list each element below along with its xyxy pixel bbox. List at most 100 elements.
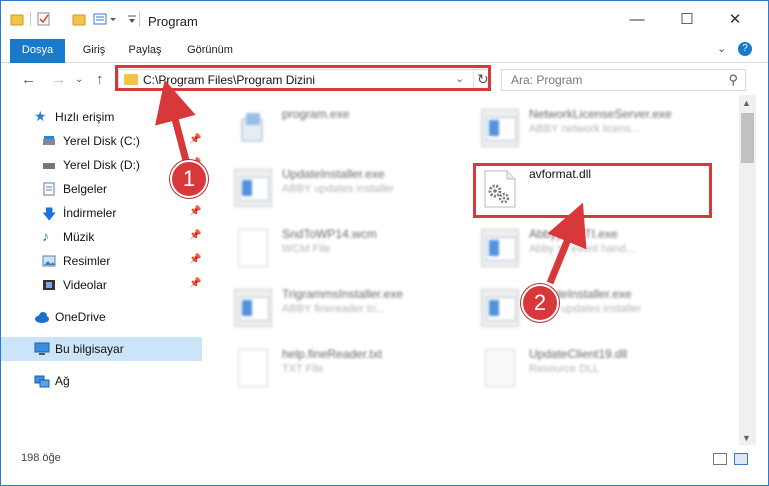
quick-access-dropdown-icon[interactable] — [125, 12, 139, 26]
file-name: SndToWP14.wcm — [282, 227, 377, 241]
file-desc: Resource DLL — [529, 363, 600, 375]
file-name: AbbyyEvSTI.exe — [529, 227, 618, 241]
ribbon-expand-icon[interactable]: ⌄ — [717, 42, 726, 55]
properties-icon[interactable] — [30, 12, 50, 26]
file-desc: ABBY network licens... — [529, 123, 641, 135]
tab-file[interactable]: Dosya — [10, 39, 65, 63]
file-highlight — [473, 163, 712, 218]
scroll-down-icon[interactable]: ▼ — [742, 433, 751, 443]
large-icons-view-icon[interactable] — [734, 453, 748, 465]
scroll-up-icon[interactable]: ▲ — [742, 98, 751, 108]
folder-icon — [10, 12, 24, 26]
file-desc: ABBY finereader tri... — [282, 303, 386, 315]
pin-icon[interactable]: 📌 — [189, 254, 201, 265]
file-desc: WCM File — [282, 243, 331, 255]
sidebar-item-downloads[interactable]: 🡇 İndirmeler 📌 — [1, 201, 202, 225]
sidebar-item-label: Yerel Disk (C:) — [63, 134, 140, 148]
sidebar-item-label: Yerel Disk (D:) — [63, 158, 140, 172]
file-item[interactable]: UpdateClient19.dll Resource DLL — [481, 345, 721, 395]
pictures-icon — [42, 254, 56, 268]
pin-icon[interactable]: 📌 — [189, 134, 201, 145]
title-separator — [139, 11, 140, 27]
search-placeholder: Ara: Program — [511, 73, 583, 87]
navigation-pane: ★ Hızlı erişim Yerel Disk (C:) 📌 Yerel D… — [1, 95, 206, 445]
step-badge-1: 1 — [170, 160, 208, 198]
sidebar-item-pictures[interactable]: Resimler 📌 — [1, 249, 202, 273]
file-item[interactable]: NetworkLicenseServer.exe ABBY network li… — [481, 105, 721, 155]
pin-icon[interactable]: 📌 — [189, 230, 201, 241]
search-icon[interactable]: ⚲ — [728, 72, 738, 88]
maximize-button[interactable]: ☐ — [677, 10, 697, 30]
scroll-thumb[interactable] — [741, 113, 754, 163]
title-bar: Program — ☐ ✕ — [1, 1, 768, 39]
application-icon — [481, 109, 519, 147]
up-button[interactable]: ↑ — [96, 71, 104, 88]
sidebar-item-this-pc[interactable]: Bu bilgisayar — [1, 337, 202, 361]
tab-home[interactable]: Giriş — [70, 39, 118, 63]
file-desc: ABBY updates installer — [282, 183, 395, 195]
music-icon: ♪ — [42, 228, 49, 244]
cloud-icon — [34, 310, 49, 324]
sidebar-item-music[interactable]: ♪ Müzik 📌 — [1, 225, 202, 249]
file-item[interactable]: UpdateInstaller.exe ABBY updates install… — [481, 285, 721, 335]
pin-icon[interactable]: 📌 — [189, 278, 201, 289]
sidebar-item-label: Belgeler — [63, 182, 108, 196]
drive-icon — [42, 158, 56, 172]
file-name: UpdateClient19.dll — [529, 347, 628, 361]
minimize-button[interactable]: — — [627, 10, 647, 30]
file-item[interactable]: UpdateInstaller.exe ABBY updates install… — [234, 165, 474, 215]
file-desc: Abby sti event hand... — [529, 243, 635, 255]
file-name: help.fineReader.txt — [282, 347, 383, 361]
sidebar-item-label: Videolar — [63, 278, 107, 292]
tab-view[interactable]: Görünüm — [177, 39, 243, 63]
details-view-icon[interactable] — [713, 453, 727, 465]
drive-icon — [42, 134, 56, 148]
forward-button[interactable]: → — [51, 71, 66, 88]
address-bar-highlight — [115, 65, 491, 91]
close-button[interactable]: ✕ — [725, 10, 745, 30]
sidebar-item-label: Ağ — [55, 374, 70, 388]
sidebar-item-label: İndirmeler — [63, 206, 117, 220]
sidebar-item-quick-access[interactable]: ★ Hızlı erişim — [1, 105, 202, 129]
sidebar-item-videos[interactable]: Videolar 📌 — [1, 273, 202, 297]
new-folder-icon[interactable] — [72, 12, 86, 26]
text-file-icon — [238, 349, 268, 387]
file-item[interactable]: help.fineReader.txt TXT File — [234, 345, 474, 395]
setup-icon — [234, 109, 272, 147]
sidebar-item-label: Bu bilgisayar — [55, 342, 124, 356]
sidebar-item-label: Müzik — [63, 230, 95, 244]
application-icon — [234, 169, 272, 207]
tab-share[interactable]: Paylaş — [121, 39, 169, 63]
status-bar: 198 öğe — [1, 447, 768, 471]
document-icon — [238, 229, 268, 267]
pin-icon[interactable]: 📌 — [189, 206, 201, 217]
videos-icon — [42, 278, 56, 292]
documents-icon — [42, 182, 56, 196]
customize-toolbar-icon[interactable] — [93, 12, 119, 26]
star-icon: ★ — [34, 108, 47, 124]
file-item[interactable]: program.exe — [234, 105, 474, 155]
vertical-scrollbar[interactable]: ▲ ▼ — [739, 95, 756, 445]
application-icon — [234, 289, 272, 327]
sidebar-item-network[interactable]: Ağ — [1, 369, 202, 393]
window-title: Program — [148, 14, 198, 29]
file-list: program.exe NetworkLicenseServer.exe ABB… — [206, 95, 739, 445]
ribbon-tabs: Dosya Giriş Paylaş Görünüm ⌄ ? — [1, 39, 768, 63]
file-item[interactable]: SndToWP14.wcm WCM File — [234, 225, 474, 275]
application-icon — [481, 289, 519, 327]
sidebar-item-disk-c[interactable]: Yerel Disk (C:) 📌 — [1, 129, 202, 153]
application-icon — [481, 229, 519, 267]
sidebar-item-onedrive[interactable]: OneDrive — [1, 305, 202, 329]
recent-locations-icon[interactable]: ⌄ — [75, 74, 83, 85]
sidebar-item-label: OneDrive — [55, 310, 106, 324]
file-name: UpdateInstaller.exe — [282, 167, 385, 181]
file-item[interactable]: AbbyyEvSTI.exe Abby sti event hand... — [481, 225, 721, 275]
computer-icon — [34, 342, 50, 356]
file-item[interactable]: TrigrammsInstaller.exe ABBY finereader t… — [234, 285, 474, 335]
sidebar-item-label: Resimler — [63, 254, 111, 268]
item-count: 198 öğe — [21, 452, 61, 464]
dll-gear-icon — [485, 349, 515, 387]
search-input[interactable]: Ara: Program ⚲ — [501, 69, 746, 91]
back-button[interactable]: ← — [21, 71, 36, 88]
help-icon[interactable]: ? — [738, 42, 752, 56]
